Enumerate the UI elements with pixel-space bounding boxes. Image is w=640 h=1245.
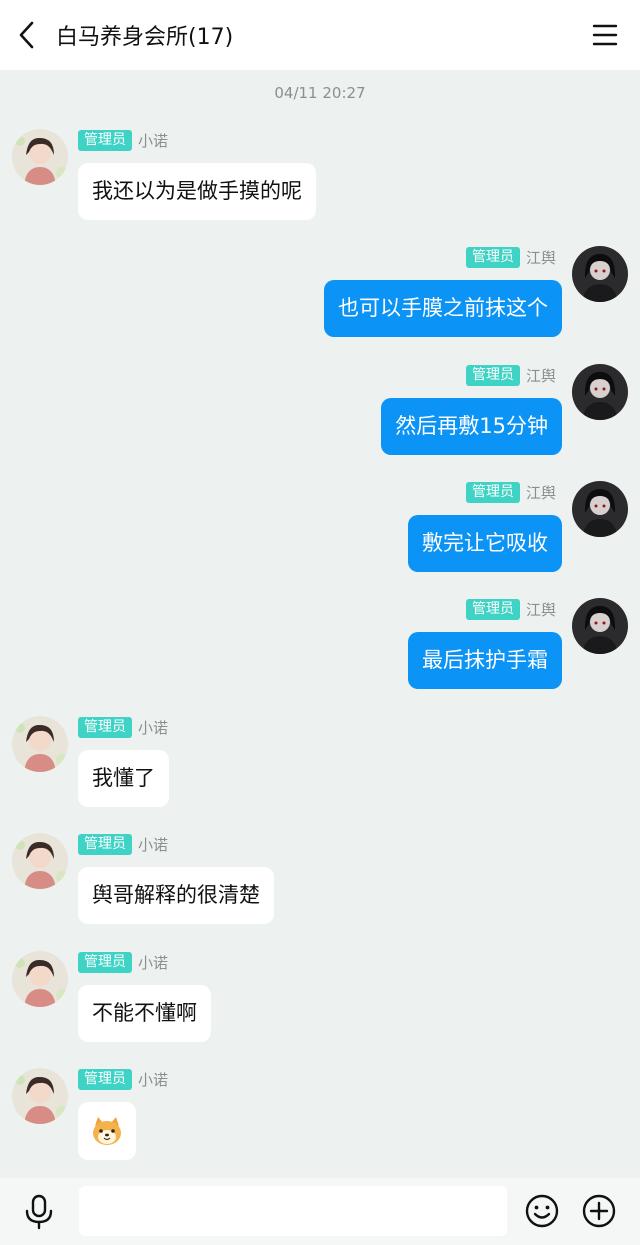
sender-name: 小诺 bbox=[138, 131, 169, 150]
sender-meta: 管理员 江舆 bbox=[465, 598, 556, 620]
sender-meta: 管理员 小诺 bbox=[78, 129, 168, 151]
sender-meta: 管理员 江舆 bbox=[465, 481, 556, 503]
sender-name: 江舆 bbox=[525, 366, 556, 385]
message-bubble[interactable]: 我还以为是做手摸的呢 bbox=[78, 163, 316, 220]
chat-title: 白马养身会所(17) bbox=[56, 25, 234, 50]
sender-meta: 管理员 江舆 bbox=[465, 246, 556, 268]
sender-name: 小诺 bbox=[138, 718, 169, 737]
voice-button[interactable] bbox=[22, 1194, 56, 1230]
avatar[interactable] bbox=[572, 598, 628, 654]
sender-meta: 管理员 小诺 bbox=[78, 833, 168, 855]
chat-header: 白马养身会所(17) bbox=[0, 0, 640, 70]
role-badge: 管理员 bbox=[465, 481, 520, 503]
microphone-icon bbox=[25, 1194, 53, 1230]
message-input[interactable] bbox=[79, 1186, 507, 1236]
message-list[interactable]: 04/11 20:27 管理员 小诺 我还以为是做手摸的呢 管理员 江舆 也可以… bbox=[0, 70, 640, 1178]
role-badge: 管理员 bbox=[78, 951, 132, 973]
sender-name: 江舆 bbox=[525, 600, 556, 619]
message-timestamp: 04/11 20:27 bbox=[274, 84, 366, 102]
back-button[interactable] bbox=[0, 0, 54, 70]
message-bubble[interactable]: 然后再敷15分钟 bbox=[381, 398, 562, 455]
chevron-left-icon bbox=[19, 21, 34, 49]
sender-meta: 管理员 小诺 bbox=[78, 716, 168, 738]
message-bubble[interactable]: 不能不懂啊 bbox=[78, 985, 211, 1042]
avatar[interactable] bbox=[12, 129, 68, 185]
sender-name: 小诺 bbox=[138, 953, 169, 972]
role-badge: 管理员 bbox=[78, 1068, 132, 1090]
avatar[interactable] bbox=[572, 364, 628, 420]
role-badge: 管理员 bbox=[465, 598, 520, 620]
sender-meta: 管理员 江舆 bbox=[465, 364, 556, 386]
role-badge: 管理员 bbox=[465, 246, 520, 268]
message-bubble[interactable]: 舆哥解释的很清楚 bbox=[78, 867, 274, 924]
emoji-button[interactable] bbox=[524, 1193, 560, 1229]
avatar[interactable] bbox=[572, 481, 628, 537]
sender-meta: 管理员 小诺 bbox=[78, 1068, 168, 1090]
avatar[interactable] bbox=[572, 246, 628, 302]
avatar[interactable] bbox=[12, 716, 68, 772]
message-bubble[interactable] bbox=[78, 1102, 136, 1160]
avatar[interactable] bbox=[12, 1068, 68, 1124]
emoji-icon bbox=[525, 1194, 559, 1228]
message-bubble[interactable]: 我懂了 bbox=[78, 750, 169, 807]
sender-name: 小诺 bbox=[138, 835, 169, 854]
menu-button[interactable] bbox=[592, 22, 618, 48]
hamburger-menu-icon bbox=[592, 24, 618, 46]
role-badge: 管理员 bbox=[78, 833, 132, 855]
input-bar bbox=[0, 1178, 640, 1245]
avatar[interactable] bbox=[12, 833, 68, 889]
role-badge: 管理员 bbox=[465, 364, 520, 386]
sender-name: 江舆 bbox=[525, 483, 556, 502]
sender-meta: 管理员 小诺 bbox=[78, 951, 168, 973]
message-bubble[interactable]: 敷完让它吸收 bbox=[408, 515, 562, 572]
shiba-dog-sticker-icon bbox=[93, 1117, 121, 1145]
message-bubble[interactable]: 最后抹护手霜 bbox=[408, 632, 562, 689]
more-button[interactable] bbox=[581, 1193, 617, 1229]
plus-icon bbox=[582, 1194, 616, 1228]
role-badge: 管理员 bbox=[78, 716, 132, 738]
role-badge: 管理员 bbox=[78, 129, 132, 151]
avatar[interactable] bbox=[12, 951, 68, 1007]
sender-name: 小诺 bbox=[138, 1070, 169, 1089]
message-bubble[interactable]: 也可以手膜之前抹这个 bbox=[324, 280, 562, 337]
sender-name: 江舆 bbox=[525, 248, 556, 267]
